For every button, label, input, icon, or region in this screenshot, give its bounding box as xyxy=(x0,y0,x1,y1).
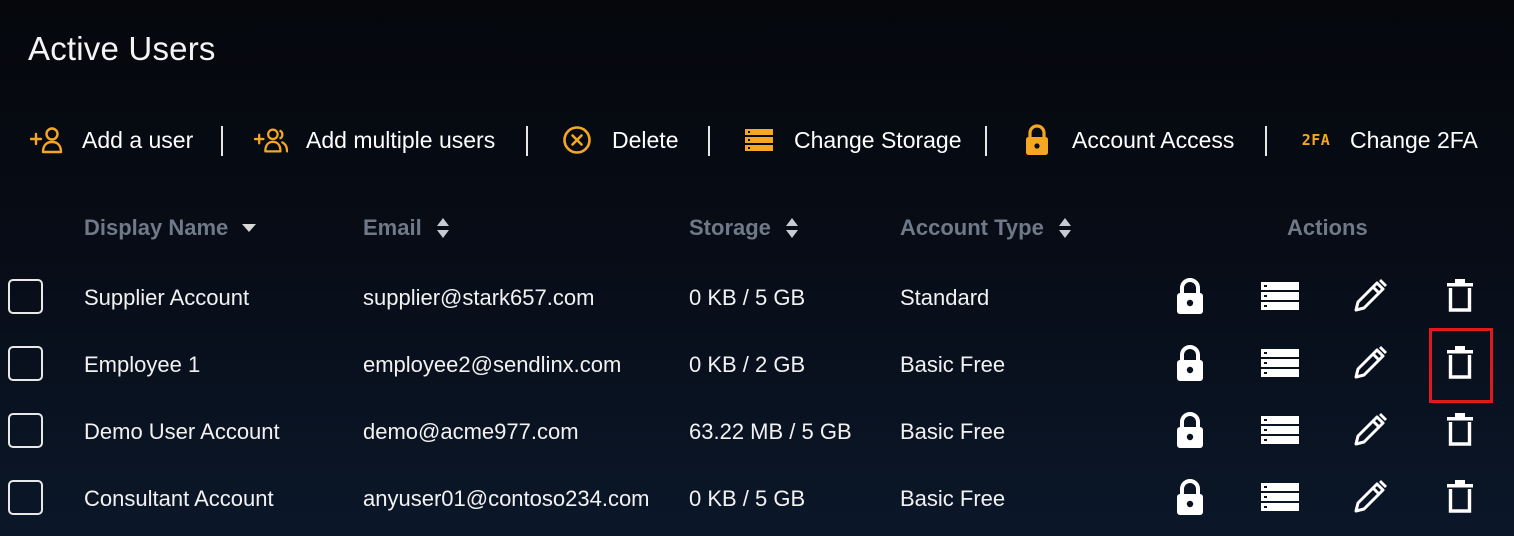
trash-icon xyxy=(1445,412,1475,453)
lock-icon xyxy=(1173,276,1207,321)
trash-icon xyxy=(1445,345,1475,386)
edit-action-button[interactable] xyxy=(1348,343,1392,387)
lock-icon xyxy=(1020,123,1054,157)
edit-pencil-icon xyxy=(1351,344,1389,387)
storage-icon xyxy=(1260,279,1300,318)
add-multiple-users-label: Add multiple users xyxy=(306,126,496,153)
delete-action-button[interactable] xyxy=(1438,477,1482,521)
storage-cell: 63.22 MB / 5 GB xyxy=(689,419,852,444)
trash-icon xyxy=(1445,278,1475,319)
change-storage-label: Change Storage xyxy=(794,126,962,153)
toolbar-divider xyxy=(526,126,528,156)
trash-icon xyxy=(1445,479,1475,520)
edit-pencil-icon xyxy=(1351,478,1389,521)
column-header-label: Account Type xyxy=(900,215,1044,240)
display-name-cell: Consultant Account xyxy=(84,486,274,511)
column-header-label: Actions xyxy=(1287,215,1368,240)
delete-action-button[interactable] xyxy=(1438,343,1482,387)
lock-icon xyxy=(1173,343,1207,388)
page-title: Active Users xyxy=(28,30,216,67)
add-user-icon xyxy=(30,123,64,157)
column-header-account-type[interactable]: Account Type xyxy=(900,210,1072,246)
account-access-button[interactable]: Account Access xyxy=(1020,118,1234,162)
storage-icon xyxy=(1260,413,1300,452)
delete-button[interactable]: Delete xyxy=(560,118,678,162)
email-cell: supplier@stark657.com xyxy=(363,285,595,310)
storage-action-button[interactable] xyxy=(1258,343,1302,387)
column-header-label: Email xyxy=(363,215,422,240)
toolbar-divider xyxy=(708,126,710,156)
column-header-display-name[interactable]: Display Name xyxy=(84,210,257,246)
column-header-label: Display Name xyxy=(84,215,229,240)
sort-both-icon xyxy=(785,217,799,239)
add-user-label: Add a user xyxy=(82,126,194,153)
storage-action-button[interactable] xyxy=(1258,410,1302,454)
delete-circle-icon xyxy=(560,123,594,157)
lock-action-button[interactable] xyxy=(1168,276,1212,320)
column-header-storage[interactable]: Storage xyxy=(689,210,799,246)
storage-cell: 0 KB / 5 GB xyxy=(689,486,806,511)
sort-both-icon xyxy=(436,217,450,239)
add-multiple-users-icon xyxy=(254,123,288,157)
change-storage-button[interactable]: Change Storage xyxy=(742,118,962,162)
account-type-cell: Basic Free xyxy=(900,352,1006,377)
account-type-cell: Basic Free xyxy=(900,419,1006,444)
toolbar-divider xyxy=(221,126,223,156)
storage-icon xyxy=(742,123,776,157)
table-row: Demo User Account demo@acme977.com 63.22… xyxy=(0,400,1514,464)
edit-action-button[interactable] xyxy=(1348,276,1392,320)
edit-action-button[interactable] xyxy=(1348,477,1392,521)
account-access-label: Account Access xyxy=(1072,126,1235,153)
change-2fa-label: Change 2FA xyxy=(1350,126,1478,153)
delete-action-button[interactable] xyxy=(1438,410,1482,454)
edit-pencil-icon xyxy=(1351,411,1389,454)
storage-cell: 0 KB / 2 GB xyxy=(689,352,806,377)
column-header-actions: Actions xyxy=(1287,210,1368,246)
row-checkbox[interactable] xyxy=(8,346,43,381)
add-multiple-users-button[interactable]: Add multiple users xyxy=(254,118,495,162)
display-name-cell: Demo User Account xyxy=(84,419,280,444)
table-header: Display Name Email Storage Account Type … xyxy=(0,210,1514,246)
toolbar-divider xyxy=(985,126,987,156)
email-cell: demo@acme977.com xyxy=(363,419,579,444)
sort-desc-icon xyxy=(242,223,257,233)
row-checkbox[interactable] xyxy=(8,413,43,448)
email-cell: employee2@sendlinx.com xyxy=(363,352,622,377)
storage-icon xyxy=(1260,346,1300,385)
storage-action-button[interactable] xyxy=(1258,276,1302,320)
account-type-cell: Standard xyxy=(900,285,990,310)
add-user-button[interactable]: Add a user xyxy=(30,118,193,162)
lock-icon xyxy=(1173,477,1207,522)
toolbar: Add a user Add multiple users Delete Cha… xyxy=(0,118,1514,162)
row-checkbox[interactable] xyxy=(8,480,43,515)
delete-label: Delete xyxy=(612,126,679,153)
sort-both-icon xyxy=(1058,217,1072,239)
change-2fa-button[interactable]: 2FA Change 2FA xyxy=(1298,118,1478,162)
storage-action-button[interactable] xyxy=(1258,477,1302,521)
lock-action-button[interactable] xyxy=(1168,410,1212,454)
two-fa-icon: 2FA xyxy=(1301,131,1331,149)
lock-action-button[interactable] xyxy=(1168,343,1212,387)
lock-action-button[interactable] xyxy=(1168,477,1212,521)
toolbar-divider xyxy=(1265,126,1267,156)
display-name-cell: Employee 1 xyxy=(84,352,201,377)
table-row: Consultant Account anyuser01@contoso234.… xyxy=(0,467,1514,531)
delete-action-button[interactable] xyxy=(1438,276,1482,320)
account-type-cell: Basic Free xyxy=(900,486,1006,511)
table-row: Supplier Account supplier@stark657.com 0… xyxy=(0,266,1514,330)
email-cell: anyuser01@contoso234.com xyxy=(363,486,650,511)
storage-icon xyxy=(1260,480,1300,519)
edit-action-button[interactable] xyxy=(1348,410,1392,454)
column-header-label: Storage xyxy=(689,215,771,240)
row-checkbox[interactable] xyxy=(8,279,43,314)
column-header-email[interactable]: Email xyxy=(363,210,450,246)
lock-icon xyxy=(1173,410,1207,455)
table-row: Employee 1 employee2@sendlinx.com 0 KB /… xyxy=(0,333,1514,397)
storage-cell: 0 KB / 5 GB xyxy=(689,285,806,310)
display-name-cell: Supplier Account xyxy=(84,285,250,310)
edit-pencil-icon xyxy=(1351,277,1389,320)
